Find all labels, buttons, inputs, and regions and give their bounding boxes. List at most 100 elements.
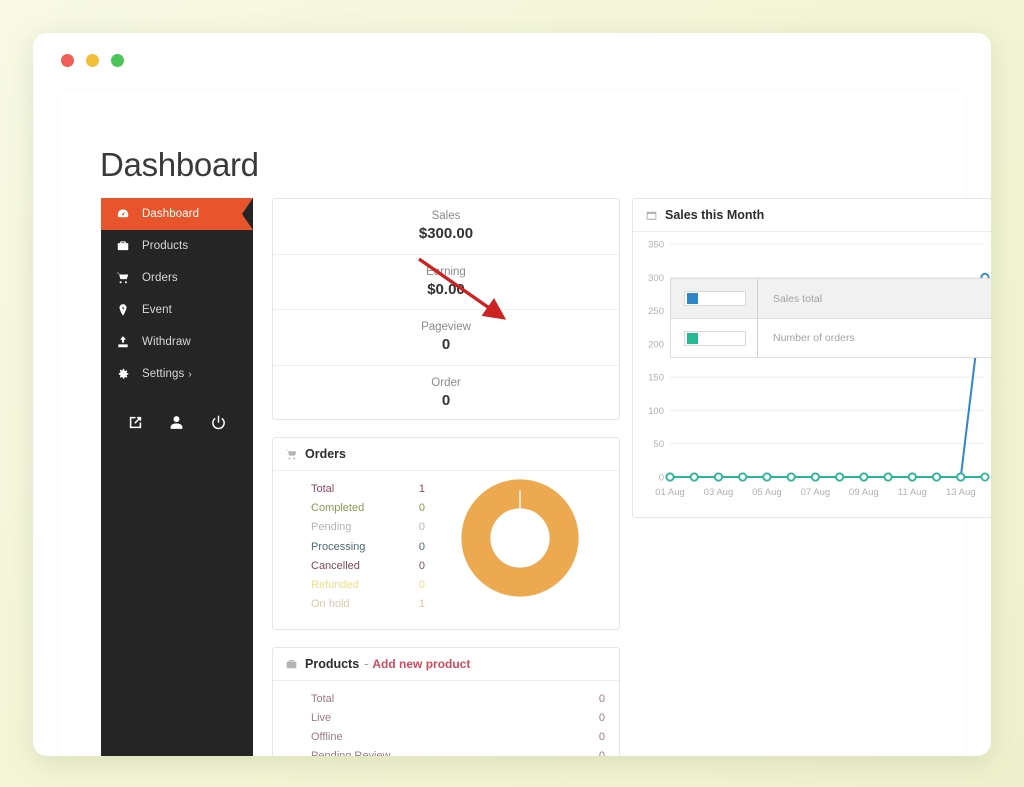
main-area: Sales $300.00 Earning $0.00 Pageview 0 O… — [272, 198, 991, 756]
list-item[interactable]: Cancelled 0 — [311, 557, 453, 576]
product-stat-label: Live — [311, 712, 332, 724]
power-icon[interactable] — [210, 414, 227, 431]
sidebar-item-label: Dashboard — [142, 208, 200, 220]
stat-label: Pageview — [421, 321, 471, 334]
stat-value: 0 — [441, 392, 451, 410]
sidebar-item-label: Products — [142, 240, 189, 252]
maximize-button[interactable] — [111, 54, 124, 67]
product-stat-value: 0 — [598, 731, 605, 743]
list-item[interactable]: Total 0 — [311, 690, 619, 709]
event-pin-icon — [115, 303, 130, 318]
close-button[interactable] — [61, 54, 74, 67]
legend-swatch-box — [684, 330, 746, 346]
svg-text:0: 0 — [659, 473, 664, 484]
stat-value: 0 — [441, 336, 451, 354]
sidebar-item-label: Withdraw — [142, 336, 191, 348]
cart-icon — [115, 271, 130, 286]
svg-text:350: 350 — [648, 240, 664, 251]
list-item[interactable]: Pending Review 0 — [311, 747, 619, 756]
add-new-product-link[interactable]: Add new product — [372, 657, 470, 671]
legend-swatch-box — [684, 291, 746, 306]
stat-value: $0.00 — [427, 280, 465, 298]
legend-swatch-cell — [671, 279, 758, 318]
calendar-icon — [645, 209, 658, 222]
legend-label: Sales total — [773, 292, 823, 305]
products-separator: - — [364, 657, 369, 671]
legend-color-swatch — [687, 332, 698, 344]
svg-text:07 Aug: 07 Aug — [801, 487, 831, 498]
chevron-right-icon: › — [188, 368, 192, 380]
minimize-button[interactable] — [86, 54, 99, 67]
svg-text:05 Aug: 05 Aug — [752, 487, 782, 498]
legend-label: Number of orders — [773, 332, 855, 344]
legend-row-sales-total[interactable]: Sales total — [671, 279, 991, 318]
speedometer-icon — [115, 207, 130, 222]
order-status-label: Total — [311, 483, 335, 495]
orders-body: Total 1 Completed 0 Pending 0 Processing… — [273, 471, 619, 629]
stat-row-order: Order 0 — [273, 366, 619, 422]
svg-text:01 Aug: 01 Aug — [655, 487, 685, 498]
order-status-value: 1 — [418, 483, 425, 495]
cart-icon — [285, 448, 298, 461]
sales-chart-area: 0 50 100 150 200 250 300 350 01 Aug 03 Aug 05 Aug 0… — [633, 232, 991, 517]
external-link-icon[interactable] — [127, 414, 144, 431]
gear-icon — [115, 367, 130, 382]
stat-label: Earning — [426, 265, 466, 278]
order-status-label: Completed — [311, 502, 365, 515]
sidebar-item-event[interactable]: Event — [101, 294, 253, 326]
browser-window: Dashboard Dashboard Products Orders Even… — [33, 33, 991, 756]
legend-swatch-cell — [671, 319, 758, 357]
order-status-value: 0 — [418, 579, 425, 592]
svg-text:200: 200 — [648, 339, 664, 350]
sales-chart-header: Sales this Month — [633, 199, 991, 232]
orders-card-header: Orders — [273, 438, 619, 471]
order-status-label: Pending — [311, 521, 352, 534]
product-stat-value: 0 — [598, 712, 605, 724]
sales-line-chart: 0 50 100 150 200 250 300 350 01 Aug 03 Aug 05 Aug 0… — [648, 240, 990, 498]
products-list: Total 0 Live 0 Offline 0 Pending Review … — [273, 681, 619, 756]
list-item[interactable]: Live 0 — [311, 709, 619, 728]
sidebar-item-products[interactable]: Products — [101, 230, 253, 262]
svg-text:13 Aug: 13 Aug — [946, 487, 976, 498]
sidebar-item-orders[interactable]: Orders — [101, 262, 253, 294]
sales-chart-title: Sales this Month — [665, 208, 765, 222]
order-status-value: 0 — [418, 559, 425, 572]
stat-row-pageview: Pageview 0 — [273, 310, 619, 366]
product-stat-label: Total — [311, 693, 335, 705]
orders-card-title: Orders — [305, 447, 346, 461]
legend-row-number-of-orders[interactable]: Number of orders — [671, 318, 991, 357]
sales-chart-card: Sales this Month 0 50 100 150 200 250 300 350 01… — [632, 198, 991, 518]
chart-legend: Sales total Number of orders — [670, 278, 991, 358]
upload-icon — [115, 335, 130, 350]
list-item[interactable]: Processing 0 — [311, 538, 453, 557]
app-content: Dashboard Dashboard Products Orders Even… — [58, 90, 991, 756]
list-item[interactable]: On hold 1 — [311, 595, 453, 614]
order-status-value: 1 — [418, 598, 425, 611]
orders-donut-chart — [461, 479, 579, 597]
sidebar-item-label: Settings — [142, 368, 185, 380]
window-titlebar — [33, 33, 991, 90]
list-item[interactable]: Offline 0 — [311, 728, 619, 747]
list-item[interactable]: Refunded 0 — [311, 576, 453, 595]
list-item[interactable]: Pending 0 — [311, 518, 453, 537]
order-status-label: Cancelled — [311, 559, 360, 572]
stat-label: Order — [431, 377, 461, 390]
order-status-label: Processing — [311, 540, 366, 553]
order-status-value: 0 — [418, 502, 425, 515]
legend-color-swatch — [687, 293, 698, 304]
user-icon[interactable] — [168, 414, 185, 431]
svg-text:03 Aug: 03 Aug — [704, 487, 734, 498]
sidebar-item-withdraw[interactable]: Withdraw — [101, 326, 253, 358]
sidebar: Dashboard Products Orders Event Withdraw… — [101, 198, 253, 756]
product-stat-value: 0 — [598, 750, 605, 756]
order-status-label: Refunded — [311, 579, 359, 592]
window-controls — [61, 54, 124, 67]
products-card-title: Products — [305, 657, 360, 671]
sidebar-item-dashboard[interactable]: Dashboard — [101, 198, 253, 230]
sidebar-item-settings[interactable]: Settings › — [101, 358, 253, 390]
svg-text:09 Aug: 09 Aug — [849, 487, 879, 498]
orders-card: Orders Total 1 Completed 0 Pending 0 Pro… — [272, 437, 620, 630]
list-item[interactable]: Completed 0 — [311, 499, 453, 518]
list-item[interactable]: Total 1 — [311, 480, 453, 499]
stat-label: Sales — [431, 210, 461, 223]
